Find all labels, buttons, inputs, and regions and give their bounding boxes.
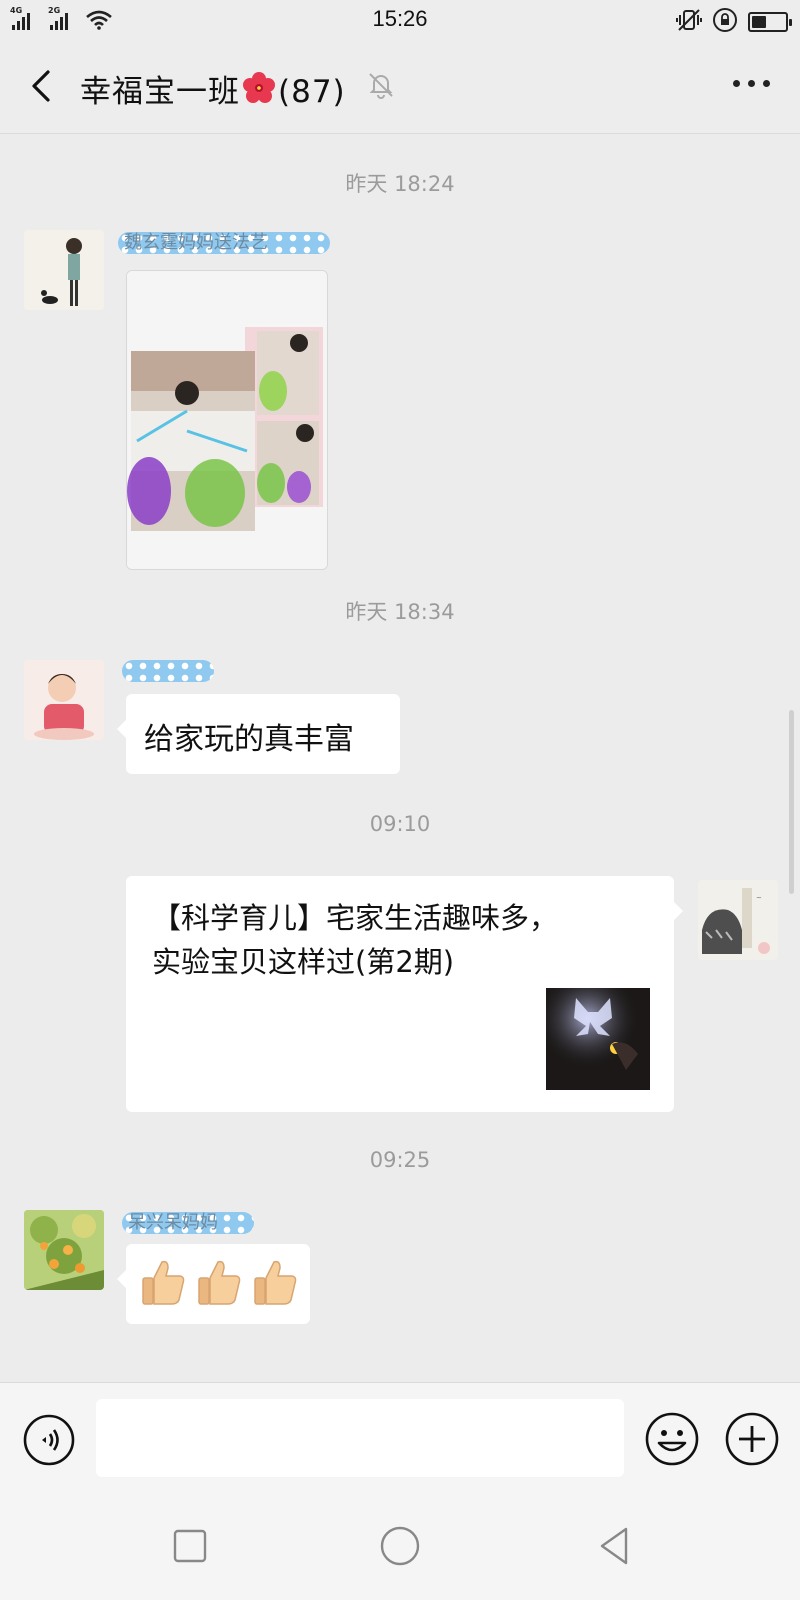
- voice-button[interactable]: [22, 1413, 76, 1467]
- input-bar: [0, 1382, 800, 1492]
- wechat-group-chat-screen: 4G 2G 15:26 幸福宝一班 (87) 昨天 18:24 魏玄霆妈妈送法艺…: [0, 0, 800, 1600]
- chevron-left-icon: [32, 70, 50, 102]
- more-dots-icon: [733, 80, 740, 87]
- message-list[interactable]: 昨天 18:24 魏玄霆妈妈送法艺 昨天 18:34 给家玩的真丰富 09:10…: [0, 134, 800, 1382]
- svg-text:~: ~: [756, 894, 762, 902]
- emoji-icon: [645, 1412, 699, 1466]
- timestamp: 昨天 18:34: [345, 600, 455, 624]
- circle-icon: [380, 1526, 420, 1566]
- chat-header: 幸福宝一班 (87): [0, 42, 800, 134]
- message-text: 给家玩的真丰富: [144, 722, 354, 757]
- thumbs-up-icon: [254, 1260, 297, 1305]
- message-bubble[interactable]: 给家玩的真丰富: [117, 694, 400, 774]
- home-button[interactable]: [376, 1522, 424, 1570]
- scrollbar[interactable]: [789, 710, 794, 894]
- more-button[interactable]: [733, 80, 770, 87]
- back-button[interactable]: [24, 66, 64, 106]
- article-title-line: 实验宝贝这样过(第2期): [152, 945, 455, 979]
- status-icons-right: [676, 7, 792, 37]
- system-nav-bar: [0, 1492, 800, 1600]
- chat-title: 幸福宝一班 (87): [80, 66, 346, 113]
- timestamp: 昨天 18:24: [345, 172, 455, 196]
- nav-back-button[interactable]: [590, 1522, 638, 1570]
- thumbs-up-icon: [142, 1260, 185, 1305]
- timestamp: 09:25: [369, 1148, 431, 1172]
- recent-apps-button[interactable]: [166, 1522, 214, 1570]
- bell-off-icon: [366, 70, 396, 104]
- article-thumbnail: [546, 988, 650, 1090]
- article-title: 【科学育儿】宅家生活趣味多， 实验宝贝这样过(第2期): [152, 896, 622, 984]
- article-title-line: 【科学育儿】宅家生活趣味多，: [152, 901, 559, 935]
- thumbs-up-emojis: [140, 1258, 298, 1306]
- sender-nickname: 魏玄霆妈妈送法艺: [118, 232, 330, 254]
- plus-button[interactable]: [724, 1411, 780, 1467]
- battery-icon: [748, 12, 792, 32]
- avatar[interactable]: [24, 230, 104, 310]
- timestamp: 09:10: [369, 812, 431, 836]
- group-name: 幸福宝一班: [80, 74, 240, 110]
- thumbs-up-icon: [198, 1260, 241, 1305]
- avatar[interactable]: [24, 660, 104, 740]
- hibiscus-icon: [242, 71, 276, 113]
- triangle-back-icon: [600, 1527, 628, 1565]
- sender-nickname: [122, 660, 214, 682]
- shared-image[interactable]: [126, 270, 328, 570]
- vibrate-off-icon: [676, 8, 702, 36]
- status-bar: 4G 2G 15:26: [0, 0, 800, 42]
- voice-icon: [23, 1414, 75, 1466]
- article-card[interactable]: 【科学育儿】宅家生活趣味多， 实验宝贝这样过(第2期): [126, 876, 683, 1112]
- emoji-button[interactable]: [644, 1411, 700, 1467]
- member-count: (87): [278, 74, 346, 110]
- plus-icon: [725, 1412, 779, 1466]
- message-bubble[interactable]: [117, 1244, 310, 1324]
- message-input[interactable]: [96, 1399, 624, 1477]
- avatar[interactable]: ~: [698, 880, 778, 960]
- rotation-lock-icon: [712, 7, 738, 37]
- avatar[interactable]: [24, 1210, 104, 1290]
- sender-nickname: 呆兴呆妈妈: [122, 1212, 254, 1234]
- square-icon: [173, 1529, 207, 1563]
